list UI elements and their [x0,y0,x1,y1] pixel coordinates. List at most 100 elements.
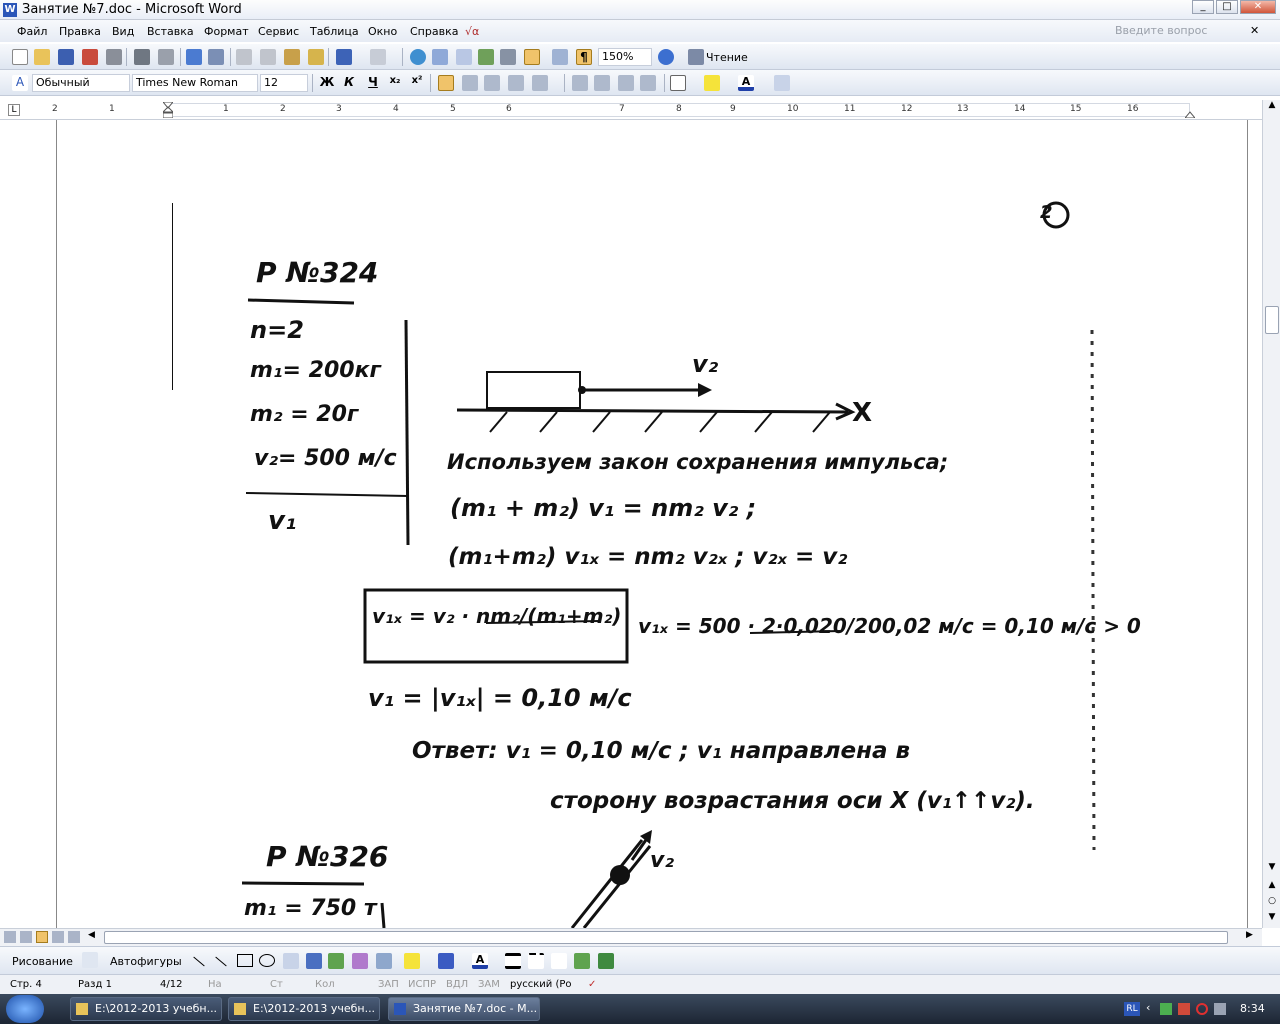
save-icon[interactable] [58,49,74,65]
menu-table[interactable]: Таблица [310,25,359,38]
menu-insert[interactable]: Вставка [147,25,194,38]
wordart-icon[interactable] [306,953,322,969]
status-lang[interactable]: русский (Ро [510,979,572,990]
print-preview-icon[interactable] [158,49,174,65]
status-rec[interactable]: ЗАП [378,979,399,990]
tray-network-icon[interactable] [1160,1003,1172,1015]
help-icon[interactable] [658,49,674,65]
horizontal-scrollbar[interactable]: ◀ ▶ [0,928,1262,946]
align-right-icon[interactable] [484,75,500,91]
drawing-menu[interactable]: Рисование [12,955,73,968]
minimize-button[interactable]: _ [1192,0,1214,14]
menu-format[interactable]: Формат [204,25,249,38]
close-button[interactable]: ✕ [1240,0,1276,14]
permission-icon[interactable] [82,49,98,65]
subscript-icon[interactable]: x₂ [386,75,404,86]
font-color-icon[interactable]: A [738,75,754,91]
status-ovr[interactable]: ЗАМ [478,979,500,990]
web-view-icon[interactable] [20,931,32,943]
menu-view[interactable]: Вид [112,25,134,38]
scroll-up-icon[interactable]: ▲ [1265,100,1279,116]
picture-icon[interactable] [376,953,392,969]
next-page-icon[interactable]: ▼ [1265,912,1279,926]
reading-view-icon[interactable] [68,931,80,943]
vertical-scrollbar[interactable]: ▲ ▼ ▲ ○ ▼ [1262,100,1280,928]
print-layout-icon[interactable] [36,931,48,943]
textbox-icon[interactable] [283,953,299,969]
hscroll-thumb[interactable] [104,931,1228,944]
indent-marker-icon[interactable] [161,101,175,119]
tray-opera-icon[interactable] [1196,1003,1208,1015]
status-ext[interactable]: ВДЛ [446,979,468,990]
bold-button[interactable]: Ж [318,75,336,89]
tab-selector[interactable]: L [8,104,20,116]
tables-borders-icon[interactable] [432,49,448,65]
open-icon[interactable] [34,49,50,65]
right-indent-icon[interactable] [1183,108,1197,119]
email-icon[interactable] [106,49,122,65]
print-icon[interactable] [134,49,150,65]
clipart-icon[interactable] [352,953,368,969]
menu-edit[interactable]: Правка [59,25,101,38]
scroll-right-icon[interactable]: ▶ [1246,930,1253,940]
new-icon[interactable] [12,49,28,65]
format-painter-icon[interactable] [308,49,324,65]
research-icon[interactable] [208,49,224,65]
bullets-icon[interactable] [594,75,610,91]
taskbar-item-explorer-2[interactable]: E:\2012-2013 учебн... [228,997,380,1021]
arrow-icon[interactable] [215,956,227,967]
columns-icon[interactable] [500,49,516,65]
scroll-thumb[interactable] [1265,306,1279,334]
scanned-image[interactable]: 2 Р №324 n=2 m₁= 200кг m₂ = 20г v₂= 500 … [172,200,1141,928]
italic-button[interactable]: К [340,75,358,89]
close-doc-icon[interactable]: ✕ [1250,24,1259,37]
line-color-icon[interactable] [438,953,454,969]
superscript-icon[interactable]: x² [408,75,426,86]
line-icon[interactable] [193,956,205,967]
drawing-icon[interactable] [524,49,540,65]
justify-icon[interactable] [508,75,524,91]
zoom-select[interactable]: 150% [598,48,652,66]
style-select[interactable]: Обычный [32,74,130,92]
line-style-icon[interactable] [505,953,521,969]
language-indicator[interactable]: RL [1124,1002,1140,1016]
underline-button[interactable]: Ч [364,75,382,89]
rectangle-icon[interactable] [237,954,253,967]
spelling-status-icon[interactable]: ✓ [588,979,596,990]
show-formatting-icon[interactable]: ¶ [576,49,592,65]
tray-expand-icon[interactable]: ‹ [1146,1001,1150,1014]
help-search-input[interactable]: Введите вопрос [1115,24,1207,37]
shadow-icon[interactable] [574,953,590,969]
insert-excel-icon[interactable] [478,49,494,65]
clock[interactable]: 8:34 [1240,1002,1265,1015]
scroll-down-icon[interactable]: ▼ [1265,862,1279,876]
normal-view-icon[interactable] [4,931,16,943]
maximize-button[interactable]: □ [1216,0,1238,14]
arrow-style-icon[interactable] [551,953,567,969]
tray-app-icon[interactable] [1178,1003,1190,1015]
increase-indent-icon[interactable] [640,75,656,91]
align-left-icon[interactable] [438,75,454,91]
redo-icon[interactable] [370,49,386,65]
draw-font-color-icon[interactable]: A [472,953,488,969]
tray-volume-icon[interactable] [1214,1003,1226,1015]
menu-window[interactable]: Окно [368,25,397,38]
decrease-indent-icon[interactable] [618,75,634,91]
fill-color-icon[interactable] [774,75,790,91]
cut-icon[interactable] [236,49,252,65]
menu-file[interactable]: Файл [17,25,47,38]
dash-style-icon[interactable] [528,953,544,969]
read-icon[interactable] [688,49,704,65]
menu-tools[interactable]: Сервис [258,25,299,38]
scroll-left-icon[interactable]: ◀ [88,930,95,940]
equation-icon[interactable]: √α [465,25,479,38]
taskbar-item-word[interactable]: Занятие №7.doc - M... [388,997,540,1021]
borders-icon[interactable] [670,75,686,91]
oval-icon[interactable] [259,954,275,967]
line-spacing-icon[interactable] [532,75,548,91]
undo-icon[interactable] [336,49,352,65]
hyperlink-icon[interactable] [410,49,426,65]
copy-icon[interactable] [260,49,276,65]
menu-help[interactable]: Справка [410,25,458,38]
prev-page-icon[interactable]: ▲ [1265,880,1279,894]
